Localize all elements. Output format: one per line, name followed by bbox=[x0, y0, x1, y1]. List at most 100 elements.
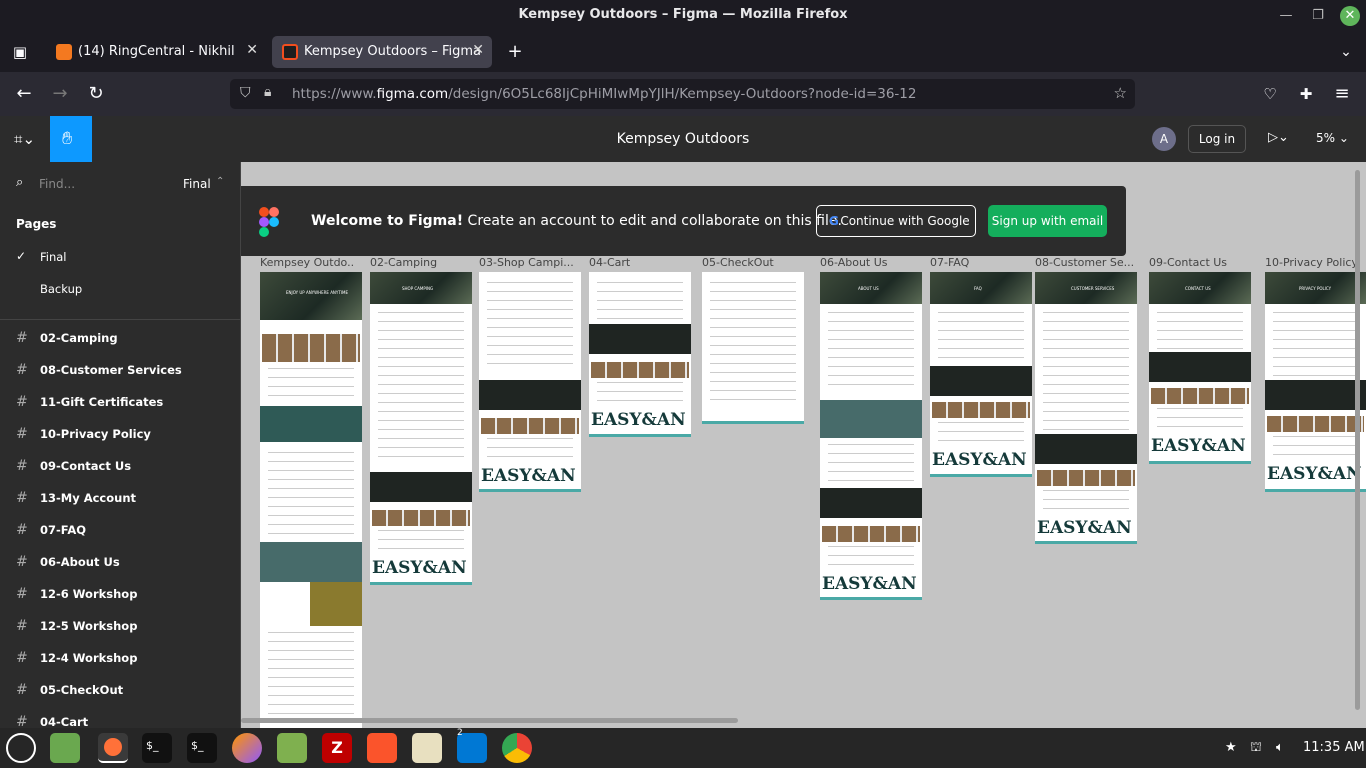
frame-hero: ABOUT US bbox=[820, 272, 922, 304]
find-box[interactable]: ⌕ Find... Final ⌃ bbox=[16, 174, 226, 196]
layer-item[interactable]: #06-About Us bbox=[16, 554, 120, 570]
close-window-icon[interactable]: ✕ bbox=[1340, 6, 1360, 26]
continue-with-google-button[interactable]: G Continue with Google bbox=[816, 205, 976, 237]
layer-item[interactable]: #05-CheckOut bbox=[16, 682, 123, 698]
frame-label[interactable]: 10-Privacy Policy bbox=[1265, 256, 1365, 269]
frame-label[interactable]: 06-About Us bbox=[820, 256, 920, 269]
frame-label[interactable]: Kempsey Outdo... bbox=[260, 256, 354, 269]
maximize-icon[interactable]: ❐ bbox=[1308, 6, 1328, 26]
new-tab-icon[interactable]: + bbox=[503, 40, 527, 64]
layer-item[interactable]: #13-My Account bbox=[16, 490, 136, 506]
frame-label[interactable]: 02-Camping bbox=[370, 256, 470, 269]
text-editor-icon[interactable] bbox=[412, 733, 442, 763]
star-icon[interactable]: ★ bbox=[1225, 740, 1237, 755]
frame-customer-services[interactable]: CUSTOMER SERVICES EASY&AN bbox=[1035, 272, 1137, 544]
frame-logo: EASY&AN bbox=[591, 410, 686, 430]
page-final[interactable]: Final bbox=[40, 250, 67, 264]
current-page[interactable]: Final bbox=[183, 177, 211, 191]
back-icon[interactable]: ← bbox=[12, 82, 36, 106]
layer-item[interactable]: #04-Cart bbox=[16, 714, 88, 728]
frame-about-us[interactable]: ABOUT US EASY&AN bbox=[820, 272, 922, 600]
filezilla-icon[interactable]: Z bbox=[322, 733, 352, 763]
frame-band bbox=[260, 542, 362, 582]
frame-shop-camping[interactable]: EASY&AN bbox=[479, 272, 581, 492]
layer-item[interactable]: #08-Customer Services bbox=[16, 362, 182, 378]
terminal-2-icon[interactable]: $_ bbox=[187, 733, 217, 763]
show-desktop-icon[interactable] bbox=[50, 733, 80, 763]
sign-up-email-button[interactable]: Sign up with email bbox=[988, 205, 1107, 237]
layer-item[interactable]: #07-FAQ bbox=[16, 522, 86, 538]
frame-privacy-policy[interactable]: PRIVACY POLICY EASY&AN bbox=[1265, 272, 1366, 492]
pocket-icon[interactable]: ♡ bbox=[1258, 82, 1282, 106]
design-canvas[interactable]: Kempsey Outdo... 02-Camping 03-Shop Camp… bbox=[241, 162, 1366, 728]
find-input[interactable]: Find... bbox=[39, 177, 75, 191]
close-tab-icon[interactable]: ✕ bbox=[246, 42, 258, 58]
url-bar[interactable]: ⛉ 🔒︎ https://www.figma.com/design/6O5Lc6… bbox=[230, 79, 1135, 109]
brave-icon[interactable] bbox=[367, 733, 397, 763]
vscode-icon[interactable]: 2 bbox=[457, 728, 487, 763]
horizontal-scrollbar[interactable] bbox=[241, 718, 738, 723]
close-tab-icon[interactable]: ✕ bbox=[472, 42, 484, 58]
lock-icon[interactable]: 🔒︎ bbox=[264, 84, 271, 100]
mint-menu-icon[interactable] bbox=[6, 733, 36, 763]
frame-cart[interactable]: EASY&AN bbox=[589, 272, 691, 437]
frame-label[interactable]: 07-FAQ bbox=[930, 256, 1030, 269]
firefox-icon[interactable] bbox=[98, 733, 128, 763]
window-titlebar: Kempsey Outdoors – Figma — Mozilla Firef… bbox=[0, 0, 1366, 32]
figma-favicon-icon bbox=[282, 44, 298, 60]
tab-label: Kempsey Outdoors – Figma bbox=[304, 44, 482, 59]
check-icon: ✓ bbox=[16, 249, 27, 263]
layer-item[interactable]: #12-4 Workshop bbox=[16, 650, 137, 666]
frame-label[interactable]: 05-CheckOut bbox=[702, 256, 802, 269]
frame-faq[interactable]: FAQ EASY&AN bbox=[930, 272, 1032, 477]
frame-text-lines bbox=[268, 632, 354, 722]
frame-contact-us[interactable]: CONTACT US EASY&AN bbox=[1149, 272, 1251, 464]
chevron-up-icon[interactable]: ⌃ bbox=[216, 176, 224, 187]
menu-icon[interactable]: ≡ bbox=[1330, 82, 1354, 106]
chrome-icon[interactable] bbox=[502, 733, 532, 763]
search-icon: ⌕ bbox=[16, 175, 24, 190]
extensions-icon[interactable]: ✚ bbox=[1294, 82, 1318, 106]
layer-item[interactable]: #12-5 Workshop bbox=[16, 618, 137, 634]
terminal-icon[interactable]: $_ bbox=[142, 733, 172, 763]
reload-icon[interactable]: ↻ bbox=[84, 82, 108, 106]
frame-icon: # bbox=[16, 330, 28, 346]
avatar[interactable]: A bbox=[1152, 127, 1176, 151]
clock[interactable]: 11:35 AM bbox=[1303, 740, 1365, 755]
forward-icon[interactable]: → bbox=[48, 82, 72, 106]
bookmark-star-icon[interactable]: ☆ bbox=[1114, 84, 1127, 102]
volume-icon[interactable]: 🔈︎ bbox=[1276, 740, 1284, 755]
files-icon[interactable] bbox=[277, 733, 307, 763]
tab-ringcentral[interactable]: (14) RingCentral - Nikhil ✕ bbox=[46, 36, 266, 68]
zoom-level[interactable]: 5% ⌄ bbox=[1316, 131, 1349, 145]
ringcentral-favicon-icon bbox=[56, 44, 72, 60]
layer-item[interactable]: #09-Contact Us bbox=[16, 458, 131, 474]
network-icon[interactable]: ⛫ bbox=[1250, 740, 1262, 757]
layer-item[interactable]: #11-Gift Certificates bbox=[16, 394, 163, 410]
frame-camping[interactable]: SHOP CAMPING EASY&AN bbox=[370, 272, 472, 585]
frame-hero: PRIVACY POLICY bbox=[1265, 272, 1366, 304]
frame-label[interactable]: 08-Customer Se... bbox=[1035, 256, 1135, 269]
layer-item[interactable]: #02-Camping bbox=[16, 330, 118, 346]
shield-icon[interactable]: ⛉ bbox=[240, 85, 251, 101]
login-button[interactable]: Log in bbox=[1188, 125, 1246, 153]
frame-label[interactable]: 03-Shop Campi... bbox=[479, 256, 579, 269]
minimize-icon[interactable]: — bbox=[1276, 6, 1296, 26]
layer-item[interactable]: #10-Privacy Policy bbox=[16, 426, 151, 442]
frame-icon: # bbox=[16, 426, 28, 442]
firefox-dev-icon[interactable] bbox=[232, 733, 262, 763]
frame-thumbnails bbox=[932, 402, 1030, 418]
page-backup[interactable]: Backup bbox=[40, 282, 82, 296]
frame-checkout[interactable] bbox=[702, 272, 804, 424]
layer-item[interactable]: #12-6 Workshop bbox=[16, 586, 137, 602]
chevron-down-icon[interactable]: ⌄ bbox=[1334, 40, 1358, 64]
tab-list-icon[interactable]: ▣ bbox=[8, 40, 32, 64]
frame-home[interactable]: ENJOY UP ANYWHERE ANYTIME bbox=[260, 272, 362, 728]
vertical-scrollbar[interactable] bbox=[1355, 170, 1360, 710]
tab-figma[interactable]: Kempsey Outdoors – Figma ✕ bbox=[272, 36, 492, 68]
frame-label[interactable]: 04-Cart bbox=[589, 256, 689, 269]
present-play-icon[interactable]: ▷⌄ bbox=[1268, 130, 1289, 145]
frame-thumbnails bbox=[481, 418, 579, 434]
frame-text-lines bbox=[597, 382, 683, 406]
frame-label[interactable]: 09-Contact Us bbox=[1149, 256, 1249, 269]
